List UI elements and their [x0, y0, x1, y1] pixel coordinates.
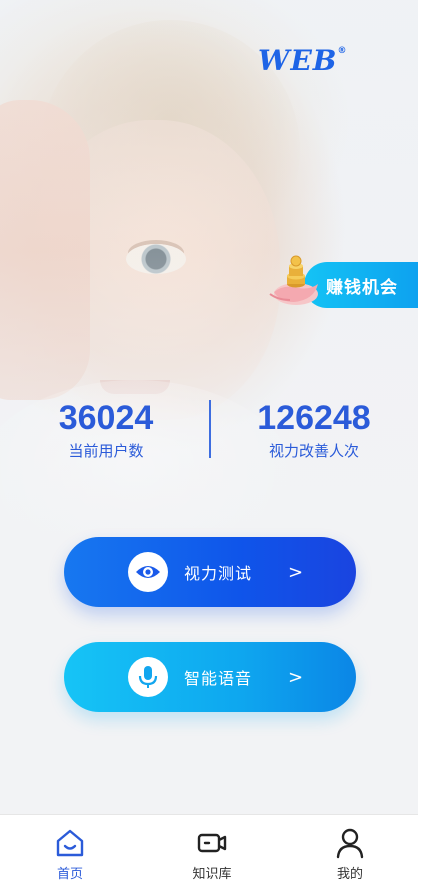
chevron-right-icon: > — [288, 561, 304, 583]
chevron-right-icon: > — [288, 666, 304, 688]
microphone-icon — [128, 657, 168, 697]
tab-knowledge-base-label: 知识库 — [192, 867, 232, 882]
current-users-label: 当前用户数 — [68, 442, 144, 460]
user-icon — [336, 828, 364, 859]
tab-mine[interactable]: 我的 — [280, 815, 420, 886]
bottom-tab-bar: 首页 知识库 我的 — [0, 814, 424, 886]
stats-panel: 36024 当前用户数 126248 视力改善人次 — [0, 398, 424, 462]
home-icon — [56, 829, 84, 857]
brand-logo-text: WEB — [258, 44, 338, 77]
home-screen: WEB® 赚钱机会 36024 当前用户数 126248 视力改善人次 视力测试… — [0, 0, 424, 886]
stat-current-users: 36024 当前用户数 — [6, 398, 206, 461]
tab-home-label: 首页 — [56, 867, 83, 882]
vision-improved-value: 126248 — [257, 399, 371, 437]
brand-logo: WEB® — [258, 44, 347, 77]
earn-money-label: 赚钱机会 — [326, 277, 398, 298]
tab-mine-label: 我的 — [336, 867, 363, 882]
right-edge-strip — [418, 0, 424, 886]
earn-money-banner[interactable]: 赚钱机会 — [264, 254, 424, 310]
vision-improved-label: 视力改善人次 — [268, 442, 359, 460]
stat-vision-improved: 126248 视力改善人次 — [214, 398, 414, 461]
tab-home[interactable]: 首页 — [0, 815, 140, 886]
smart-voice-button[interactable]: 智能语音 > — [64, 642, 356, 712]
eye-icon — [128, 552, 168, 592]
registered-mark: ® — [337, 46, 348, 56]
smart-voice-label: 智能语音 — [184, 669, 253, 688]
video-camera-icon — [197, 833, 227, 853]
tab-knowledge-base[interactable]: 知识库 — [142, 815, 282, 886]
current-users-value: 36024 — [58, 399, 154, 437]
stats-divider — [209, 400, 211, 458]
vision-test-label: 视力测试 — [184, 564, 253, 583]
hand-coins-icon — [269, 255, 318, 305]
vision-test-button[interactable]: 视力测试 > — [64, 537, 356, 607]
